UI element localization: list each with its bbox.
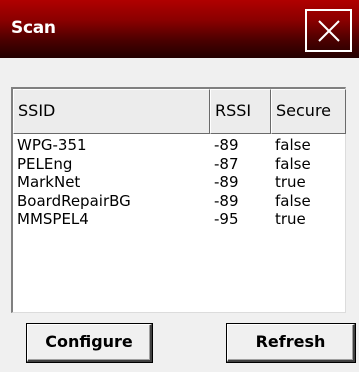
rssi-cell: -89: [214, 191, 239, 210]
rssi-cell: -89: [214, 136, 239, 154]
list-item[interactable]: MarkNet -89 true: [13, 173, 346, 192]
configure-button[interactable]: Configure: [27, 324, 152, 362]
list-rows: WPG-351 -89 false PELEng -87 false MarkN…: [13, 136, 346, 229]
list-header: SSID RSSI Secure: [13, 89, 346, 134]
ssid-cell: WPG-351: [17, 136, 87, 154]
rssi-cell: -95: [214, 210, 239, 228]
close-icon: [317, 19, 341, 43]
ssid-cell: BoardRepairBG: [17, 191, 131, 210]
network-list[interactable]: SSID RSSI Secure WPG-351 -89 false PELEn…: [11, 87, 346, 313]
refresh-button[interactable]: Refresh: [227, 324, 355, 362]
rssi-cell: -89: [214, 173, 239, 191]
ssid-cell: MarkNet: [17, 173, 81, 191]
secure-cell: false: [275, 191, 311, 210]
rssi-cell: -87: [214, 154, 239, 173]
column-header-ssid[interactable]: SSID: [13, 89, 210, 134]
secure-cell: false: [275, 136, 311, 154]
title-bar: Scan: [0, 0, 359, 58]
column-header-rssi[interactable]: RSSI: [210, 89, 271, 134]
client-area: SSID RSSI Secure WPG-351 -89 false PELEn…: [0, 58, 359, 372]
scan-window: Scan SSID RSSI Secure WPG-351 -89 false: [0, 0, 359, 382]
list-item[interactable]: MMSPEL4 -95 true: [13, 210, 346, 229]
list-item[interactable]: PELEng -87 false: [13, 155, 346, 174]
window-bottom-edge: [0, 372, 359, 382]
column-header-secure[interactable]: Secure: [271, 89, 346, 134]
secure-cell: true: [275, 210, 306, 228]
secure-cell: false: [275, 154, 311, 173]
list-item[interactable]: WPG-351 -89 false: [13, 136, 346, 155]
ssid-cell: PELEng: [17, 154, 73, 173]
close-button[interactable]: [305, 9, 352, 52]
secure-cell: true: [275, 173, 306, 191]
list-item[interactable]: BoardRepairBG -89 false: [13, 192, 346, 211]
ssid-cell: MMSPEL4: [17, 210, 89, 228]
window-title: Scan: [11, 18, 56, 38]
